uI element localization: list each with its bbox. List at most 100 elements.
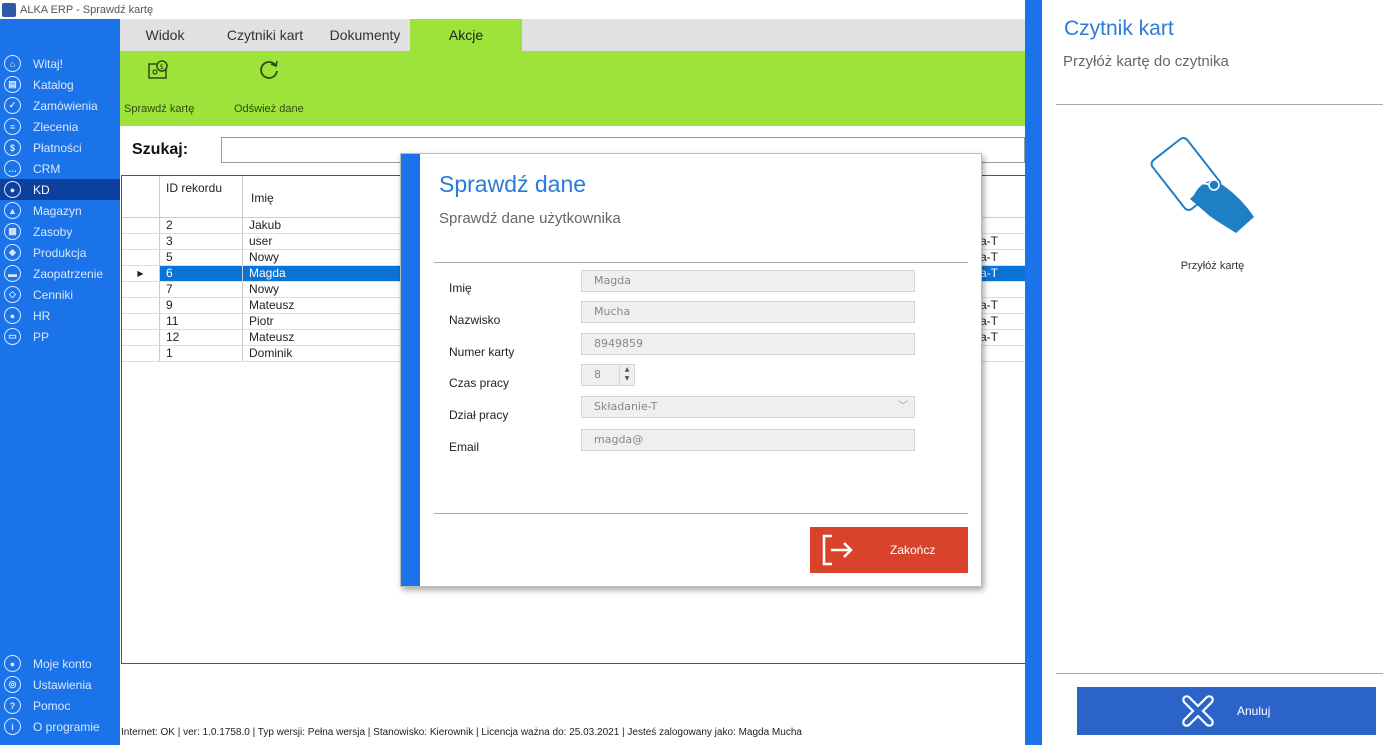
refresh-button[interactable]: Odśwież dane	[234, 57, 304, 115]
cell-department-partial: a-T	[980, 250, 998, 264]
row-selector[interactable]	[122, 250, 160, 265]
tab-dokumenty[interactable]: Dokumenty	[320, 19, 410, 51]
row-selector[interactable]: ▶	[122, 266, 160, 281]
sidebar-item-witaj-[interactable]: ⌂ Witaj!	[0, 53, 120, 74]
cancel-label: Anuluj	[1237, 704, 1271, 718]
tag-icon: ◇	[4, 286, 21, 303]
sidebar-item-label: CRM	[33, 161, 61, 176]
first-name-label: Imię	[449, 281, 472, 295]
sidebar-item-o-programie[interactable]: i O programie	[0, 716, 120, 737]
sidebar-item-magazyn[interactable]: ▲ Magazyn	[0, 200, 120, 221]
cell-name: Mateusz	[249, 298, 295, 312]
cell-department-partial: a-T	[980, 266, 998, 280]
reader-divider-bottom	[1056, 673, 1383, 674]
sidebar-item-label: Zasoby	[33, 224, 73, 239]
sidebar-item-kd[interactable]: ● KD	[0, 179, 120, 200]
reader-subtitle: Przyłóż kartę do czytnika	[1063, 53, 1229, 70]
chevron-down-icon: ﹀	[898, 401, 908, 412]
search-label: Szukaj:	[132, 141, 189, 158]
person-icon: ●	[4, 181, 21, 198]
finish-label: Zakończ	[890, 543, 936, 557]
tab-widok[interactable]: Widok	[120, 19, 210, 51]
sidebar-item-zam-wienia[interactable]: ✓ Zamówienia	[0, 95, 120, 116]
first-name-field[interactable]: Magda	[581, 270, 915, 292]
cancel-x-icon	[1179, 692, 1217, 730]
dialog-divider-bottom	[434, 513, 968, 514]
cell-id: 5	[160, 250, 243, 265]
tab-akcje[interactable]: Akcje	[410, 19, 522, 51]
reader-divider-top	[1056, 104, 1383, 105]
account-icon: ●	[4, 655, 21, 672]
svg-text:$: $	[160, 63, 164, 71]
sidebar-item-zlecenia[interactable]: ≡ Zlecenia	[0, 116, 120, 137]
sidebar-item-katalog[interactable]: ▤ Katalog	[0, 74, 120, 95]
sidebar-item-label: HR	[33, 308, 51, 323]
card-reader-panel: Czytnik kart Przyłóż kartę do czytnika P…	[1042, 0, 1383, 745]
exit-icon	[818, 530, 858, 570]
home-icon: ⌂	[4, 55, 21, 72]
department-select[interactable]: Składanie-T ﹀	[581, 396, 915, 418]
box-icon: ▦	[4, 223, 21, 240]
reader-panel-border	[1025, 0, 1042, 745]
sidebar-item-crm[interactable]: … CRM	[0, 158, 120, 179]
app-logo-icon	[2, 2, 16, 17]
sidebar-item-cenniki[interactable]: ◇ Cenniki	[0, 284, 120, 305]
column-header-name[interactable]: Imię	[243, 176, 403, 217]
dialog-accent-stripe	[401, 154, 420, 586]
check-data-dialog: Sprawdź dane Sprawdź dane użytkownika Im…	[400, 153, 982, 587]
cell-department-partial: a-T	[980, 298, 998, 312]
row-selector[interactable]	[122, 218, 160, 233]
row-selector[interactable]	[122, 330, 160, 345]
row-selector[interactable]	[122, 314, 160, 329]
row-selector[interactable]	[122, 282, 160, 297]
sidebar-item-hr[interactable]: ● HR	[0, 305, 120, 326]
last-name-label: Nazwisko	[449, 313, 501, 327]
cell-id: 7	[160, 282, 243, 297]
title-bar: ALKA ERP - Sprawdź kartę	[0, 0, 1025, 19]
work-hours-stepper[interactable]: 8 ▲ ▼	[581, 364, 635, 386]
sidebar-item-p-atno-ci[interactable]: $ Płatności	[0, 137, 120, 158]
sidebar-item-label: Magazyn	[33, 203, 82, 218]
last-name-field[interactable]: Mucha	[581, 301, 915, 323]
sidebar-item-moje-konto[interactable]: ● Moje konto	[0, 653, 120, 674]
sidebar-item-label: KD	[33, 182, 50, 197]
cell-id: 12	[160, 330, 243, 345]
sidebar-item-pp[interactable]: ▭ PP	[0, 326, 120, 347]
refresh-label: Odśwież dane	[234, 103, 304, 115]
cancel-button[interactable]: Anuluj	[1077, 687, 1376, 735]
status-bar: Internet: OK | ver: 1.0.1758.0 | Typ wer…	[121, 727, 802, 738]
email-field[interactable]: magda@	[581, 429, 915, 451]
cell-id: 9	[160, 298, 243, 313]
column-header-id[interactable]: ID rekordu	[160, 176, 243, 217]
stepper-arrows-icon[interactable]: ▲ ▼	[619, 365, 634, 385]
row-selector[interactable]	[122, 346, 160, 361]
tab-czytniki-kart[interactable]: Czytniki kart	[210, 19, 320, 51]
sidebar-item-label: Cenniki	[33, 287, 74, 302]
cell-id: 6	[160, 266, 243, 281]
window-title: ALKA ERP - Sprawdź kartę	[20, 3, 154, 16]
sidebar-item-zasoby[interactable]: ▦ Zasoby	[0, 221, 120, 242]
work-hours-label: Czas pracy	[449, 376, 510, 390]
sidebar: ⌂ Witaj! ▤ Katalog ✓ Zamówienia ≡ Zlecenia $ Płat…	[0, 19, 120, 745]
sidebar-item-produkcja[interactable]: ◆ Produkcja	[0, 242, 120, 263]
sidebar-item-pomoc[interactable]: ? Pomoc	[0, 695, 120, 716]
refresh-icon	[256, 57, 282, 83]
production-icon: ◆	[4, 244, 21, 261]
sidebar-item-label: Witaj!	[33, 56, 63, 71]
reader-title: Czytnik kart	[1064, 17, 1174, 40]
cell-name: Jakub	[249, 218, 282, 232]
row-selector[interactable]	[122, 298, 160, 313]
sidebar-item-ustawienia[interactable]: ◎ Ustawienia	[0, 674, 120, 695]
department-label: Dział pracy	[449, 408, 509, 422]
sidebar-item-label: Zamówienia	[33, 98, 98, 113]
cell-name: Mateusz	[249, 330, 295, 344]
sidebar-item-label: Ustawienia	[33, 677, 92, 692]
book-icon: ▤	[4, 76, 21, 93]
sidebar-item-label: O programie	[33, 719, 100, 734]
check-card-button[interactable]: $ Sprawdź kartę	[124, 57, 194, 115]
cell-id: 2	[160, 218, 243, 233]
sidebar-item-zaopatrzenie[interactable]: ▬ Zaopatrzenie	[0, 263, 120, 284]
finish-button[interactable]: Zakończ	[810, 527, 968, 573]
card-number-field[interactable]: 8949859	[581, 333, 915, 355]
row-selector[interactable]	[122, 234, 160, 249]
